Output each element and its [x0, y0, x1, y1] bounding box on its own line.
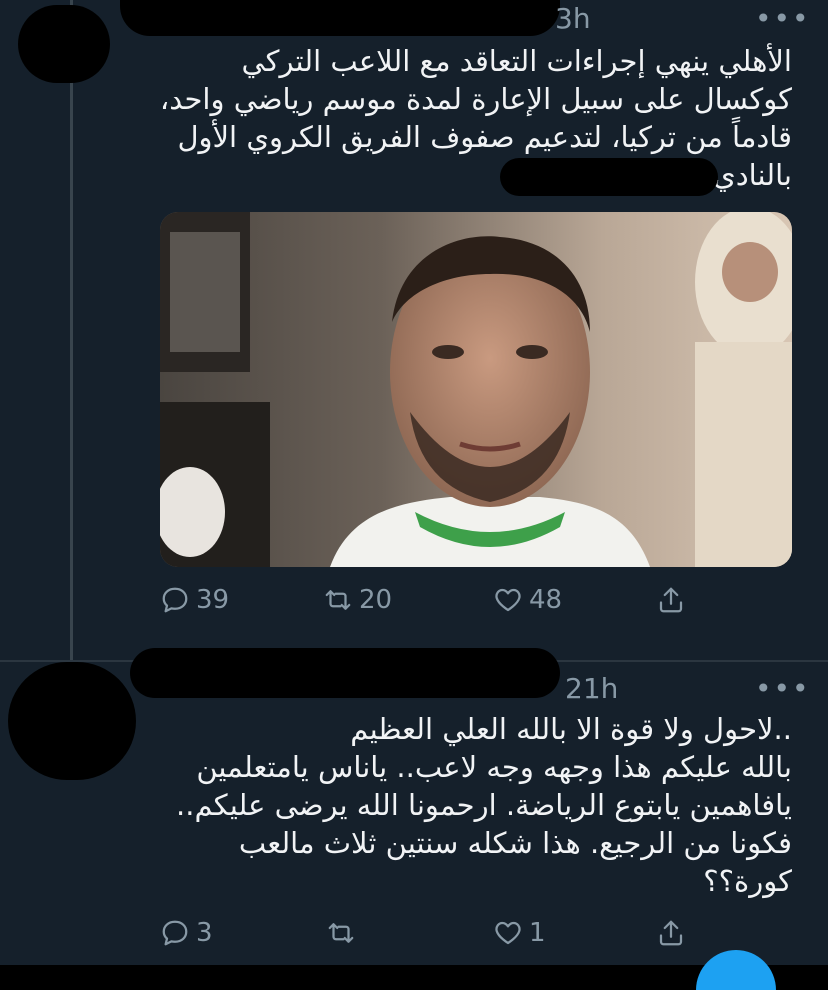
reply-icon	[162, 920, 188, 946]
retweet-icon	[328, 923, 354, 943]
redacted-avatar	[8, 662, 136, 780]
retweet-count: 20	[359, 585, 393, 615]
share-icon	[659, 920, 683, 946]
like-count: 1	[529, 918, 546, 948]
redacted-avatar	[18, 5, 110, 83]
reply-icon	[162, 587, 188, 613]
retweet-icon	[325, 590, 351, 610]
reply-button[interactable]: 3	[160, 918, 213, 948]
player-photo	[160, 212, 792, 567]
reply-button[interactable]: 39	[160, 585, 229, 615]
like-button[interactable]: 48	[493, 585, 562, 615]
thread-line	[70, 0, 73, 660]
redacted-username	[130, 648, 560, 698]
reply-count: 39	[196, 585, 230, 615]
more-options-button[interactable]: •••	[755, 2, 811, 35]
heart-icon	[495, 588, 521, 612]
tweet-photo[interactable]	[160, 212, 792, 567]
more-options-button[interactable]: •••	[755, 672, 811, 705]
share-icon	[659, 587, 683, 613]
reply-count: 3	[196, 918, 213, 948]
like-button[interactable]: 1	[493, 918, 546, 948]
tweet-text: ..لاحول ولا قوة الا بالله العلي العظيم ب…	[176, 712, 792, 898]
retweet-button[interactable]: 20	[323, 585, 392, 615]
compose-tweet-button[interactable]	[696, 950, 776, 990]
heart-icon	[495, 921, 521, 945]
tweet-timestamp[interactable]: 21h	[565, 672, 618, 705]
tweet-actions: 39 20 48	[158, 585, 698, 625]
tweet-timestamp[interactable]: 3h	[555, 2, 591, 35]
share-button[interactable]	[656, 918, 686, 948]
tweet-actions: 3 1	[158, 918, 698, 958]
like-count: 48	[529, 585, 563, 615]
share-button[interactable]	[656, 585, 686, 615]
redacted-mention	[500, 158, 718, 196]
redacted-username	[120, 0, 560, 36]
retweet-button[interactable]	[326, 918, 362, 948]
